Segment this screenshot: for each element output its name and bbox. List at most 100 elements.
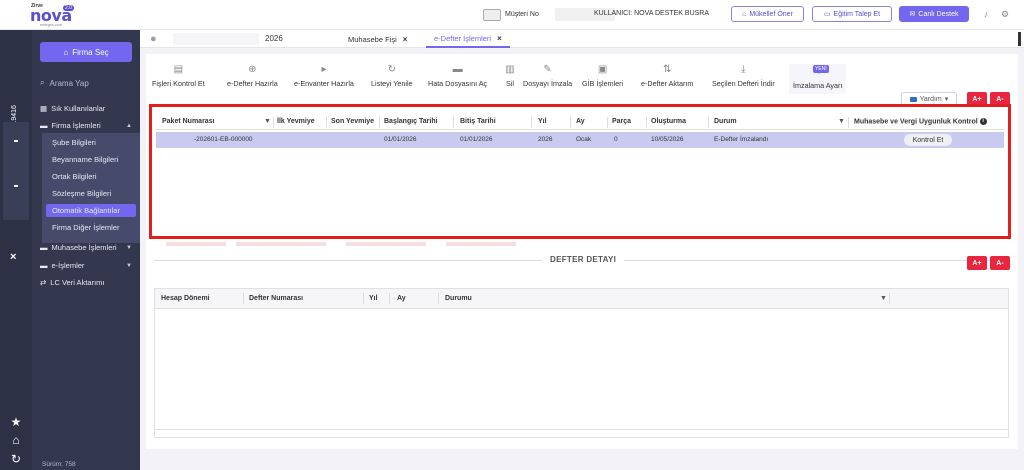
filter-icon[interactable]: ▼ (880, 295, 887, 302)
tabs-bar: ● 2026 Muhasebe Fişi × e-Defter İşlemler… (140, 30, 1024, 48)
col-durum[interactable]: Durum (714, 118, 737, 125)
col-hesap-donemi[interactable]: Hesap Dönemi (161, 295, 210, 302)
detail-font-decrease-button[interactable]: A- (990, 256, 1010, 270)
egitim-talep-button[interactable]: ▭ Eğitim Talep Et (812, 6, 892, 22)
col-ilk-yevmiye[interactable]: İlk Yevmiye (277, 118, 315, 125)
col-bitis-tarihi[interactable]: Bitiş Tarihi (460, 118, 496, 125)
col-olusturma[interactable]: Oluşturma (651, 118, 686, 125)
video-icon (909, 96, 917, 102)
submenu-item-sozlesme[interactable]: Sözleşme Bilgileri (52, 187, 142, 200)
gib-islemleri-button[interactable]: ▣ GİB İşlemleri (582, 64, 623, 94)
caret-down-icon: ▼ (126, 262, 132, 269)
sidebar-item-firma-islemleri[interactable]: ▬ Firma İşlemleri ▲ (40, 119, 132, 132)
col-ay[interactable]: Ay (576, 118, 585, 125)
folder-open-icon: ▬ (452, 64, 463, 75)
filter-icon[interactable]: ▼ (838, 118, 845, 125)
settings-icon[interactable]: ⚙ (1000, 9, 1010, 19)
tab-company-name[interactable] (173, 33, 259, 45)
close-icon[interactable]: × (10, 251, 16, 263)
refresh-icon: ↻ (387, 64, 396, 75)
sidebar-item-sik-kullanilanlar[interactable]: ▦ Sık Kullanılanlar (40, 102, 132, 115)
submenu-item-otomatik[interactable]: Otomatik Bağlantılar (46, 204, 136, 217)
col-divider (243, 293, 244, 304)
e-defter-hazirla-button[interactable]: ⊕ e-Defter Hazırla (227, 64, 278, 94)
bank-icon[interactable]: ⌂ (9, 433, 23, 447)
close-icon[interactable]: × (497, 34, 502, 43)
col-son-yevmiye[interactable]: Son Yevmiye (331, 118, 374, 125)
tool-label: e-Defter Aktarım (641, 79, 694, 88)
col-uygunluk-kontrol[interactable]: Muhasebe ve Vergi Uygunluk Kontrol i (854, 118, 987, 125)
bank-icon: ⌂ (63, 47, 69, 57)
sidebar-item-lc-veri[interactable]: ⇄ LC Veri Aktarımı (40, 276, 132, 289)
info-icon[interactable]: i (979, 118, 987, 125)
filter-icon[interactable]: ▼ (264, 118, 271, 125)
imzalama-ayari-button[interactable]: ∿ İmzalama Ayarı YENİ (789, 64, 847, 94)
cell-durum: E-Defter İmzalandı (714, 136, 769, 143)
sidebar-item-muhasebe[interactable]: ▬ Muhasebe İşlemleri ▼ (40, 241, 132, 254)
table-header: Hesap Dönemi Defter Numarası Yıl Ay Duru… (155, 289, 1008, 309)
col-yil[interactable]: Yıl (369, 295, 378, 302)
col-defter-numarasi[interactable]: Defter Numarası (249, 295, 303, 302)
refresh-icon[interactable]: ↻ (9, 452, 23, 466)
tab-label: e-Defter İşlemleri (434, 33, 492, 43)
table-row[interactable]: -202601-EB-000000 01/01/2026 01/01/2026 … (156, 132, 1004, 148)
submenu-item-diger[interactable]: Firma Diğer İşlemler (52, 221, 142, 234)
fisleri-kontrol-button[interactable]: ▤ Fişleri Kontrol Et (152, 64, 205, 94)
bell-icon[interactable]: ♪ (981, 9, 991, 19)
sidebar-item-label: e-İşlemler (51, 261, 85, 270)
tabs-scroll-handle[interactable] (1018, 32, 1021, 46)
cell-baslangic: 01/01/2026 (384, 136, 417, 143)
sidebar-search[interactable]: ⌕ Arama Yap (40, 76, 132, 90)
dosyayi-imzala-button[interactable]: ✎ Dosyayı İmzala (523, 64, 572, 94)
col-divider (326, 117, 327, 128)
canli-destek-button[interactable]: ✉ Canlı Destek (899, 6, 969, 22)
kontrol-et-button[interactable]: Kontrol Et (904, 134, 952, 146)
strip-dot[interactable] (14, 185, 18, 187)
strip-dot[interactable] (14, 140, 18, 142)
divider-line (624, 260, 1004, 261)
monitor-icon: ▭ (823, 11, 831, 18)
submenu-item-sube[interactable]: Şube Bilgileri (52, 136, 142, 149)
submenu-item-beyanname[interactable]: Beyanname Bilgileri (52, 153, 142, 166)
logo-subtitle: netegra.com (40, 22, 63, 27)
chevron-down-icon: ▾ (944, 96, 949, 103)
e-envanter-hazirla-button[interactable]: ▸ e-Envanter Hazırla (294, 64, 354, 94)
client-label: Müşteri No (505, 11, 539, 18)
sil-button[interactable]: ▥ Sil (504, 64, 516, 94)
star-icon[interactable]: ★ (9, 415, 23, 429)
detail-font-increase-button[interactable]: A+ (967, 256, 987, 270)
cell-ay: Ocak (576, 136, 592, 143)
folder-icon: ▬ (40, 243, 48, 252)
listeyi-yenile-button[interactable]: ↻ Listeyi Yenile (371, 64, 413, 94)
sidebar-item-label: Muhasebe İşlemleri (51, 243, 117, 252)
tool-label: Listeyi Yenile (371, 79, 413, 88)
secilen-defteri-indir-button[interactable]: ⤓ Seçilen Defteri İndir (712, 64, 775, 94)
tool-label: GİB İşlemleri (582, 79, 624, 88)
col-parca[interactable]: Parça (612, 118, 631, 125)
close-icon[interactable]: × (403, 35, 408, 44)
col-ay[interactable]: Ay (397, 295, 406, 302)
col-divider (438, 293, 439, 304)
col-yil[interactable]: Yıl (538, 118, 547, 125)
tool-label: e-Defter Hazırla (227, 79, 278, 88)
submenu-item-ortak[interactable]: Ortak Bilgileri (52, 170, 142, 183)
col-durumu[interactable]: Durumu (445, 295, 472, 302)
sidebar-item-e-islemler[interactable]: ▬ e-İşlemler ▼ (40, 259, 132, 272)
sidebar: ⌂ Firma Seç ⌕ Arama Yap ▦ Sık Kullanılan… (32, 30, 140, 470)
mukellef-oner-button[interactable]: ⌂ Mükellef Öner (731, 6, 804, 22)
tab-year[interactable]: 2026 (265, 34, 283, 43)
nova-logo[interactable]: Zirve nova 2.0 netegra.com (30, 3, 74, 27)
cell-bitis: 01/01/2026 (460, 136, 493, 143)
col-baslangic-tarihi[interactable]: Başlangıç Tarihi (384, 118, 438, 125)
grid-icon: ▦ (40, 104, 48, 113)
tab-e-defter-islemleri[interactable]: e-Defter İşlemleri × (426, 30, 510, 48)
chat-icon: ✉ (909, 11, 916, 18)
e-defter-aktarim-button[interactable]: ⇅ e-Defter Aktarım (641, 64, 693, 94)
col-divider (889, 293, 890, 304)
col-paket-numarasi[interactable]: Paket Numarası (162, 118, 215, 125)
col-divider (646, 117, 647, 128)
tab-muhasebe-fisi[interactable]: Muhasebe Fişi × (340, 30, 415, 48)
hata-dosyasi-button[interactable]: ▬ Hata Dosyasını Aç (428, 64, 487, 94)
firma-sec-button[interactable]: ⌂ Firma Seç (40, 42, 132, 62)
defter-detay-table: Hesap Dönemi Defter Numarası Yıl Ay Duru… (154, 288, 1009, 438)
